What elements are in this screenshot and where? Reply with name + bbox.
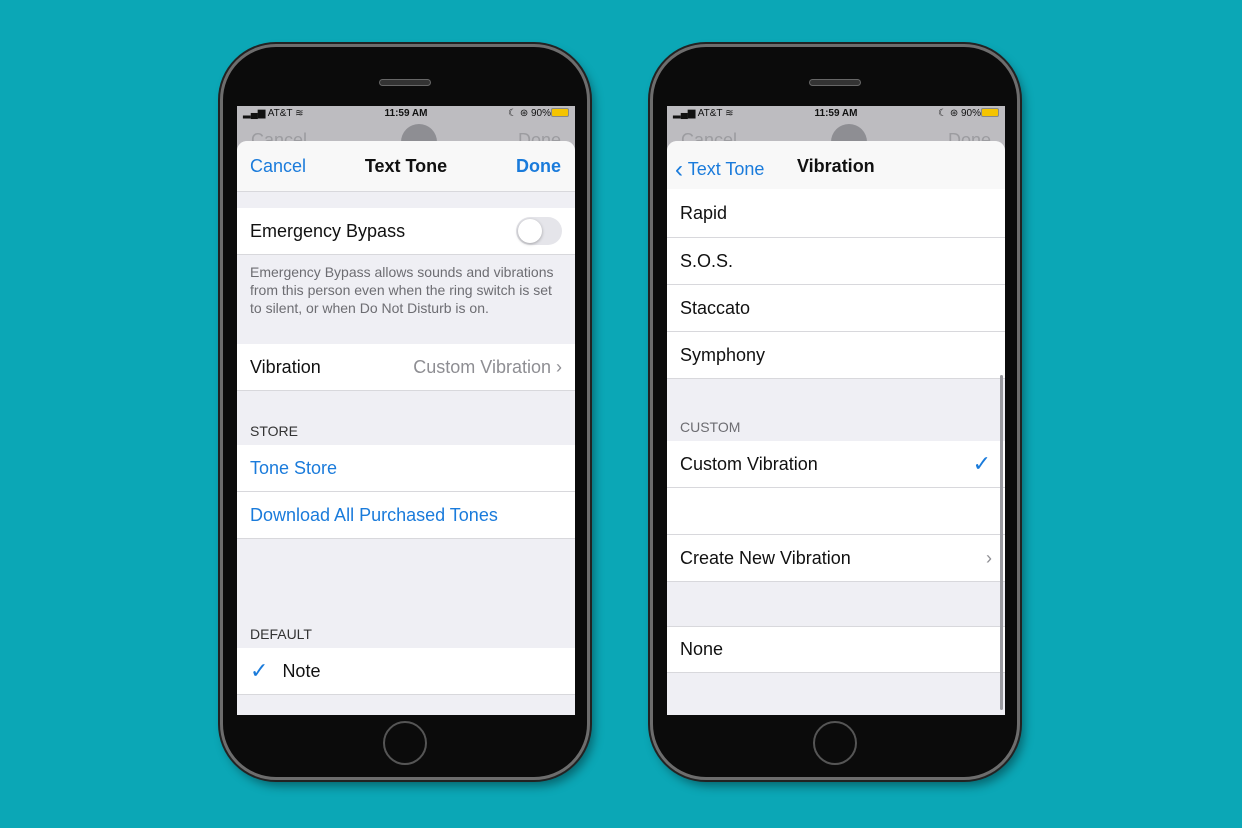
battery: ☾ ⊛ 90% (508, 108, 569, 119)
phone-right: ▂▄▆ AT&T ≋ 11:59 AM ☾ ⊛ 90% Cancel Done ‹… (650, 44, 1020, 780)
vibration-option[interactable]: Staccato (667, 285, 1005, 332)
moon-icon: ☾ (938, 108, 948, 119)
chevron-right-icon: › (556, 356, 562, 377)
download-purchased-link[interactable]: Download All Purchased Tones (237, 492, 575, 539)
phone-left: ▂▄▆ AT&T ≋ 11:59 AM ☾ ⊛ 90% Cancel Done C… (220, 44, 590, 780)
vibration-option[interactable]: Rapid (667, 189, 1005, 238)
note-label: Note (282, 660, 321, 681)
battery-label: 90% (530, 108, 551, 119)
battery: ☾ ⊛ 90% (938, 108, 999, 119)
battery-label: 90% (960, 108, 981, 119)
vibration-option[interactable]: S.O.S. (667, 238, 1005, 285)
default-note-row[interactable]: ✓ Note (237, 648, 575, 695)
emergency-bypass-label: Emergency Bypass (250, 220, 406, 241)
create-new-vibration-label: Create New Vibration (680, 547, 851, 568)
emergency-bypass-toggle[interactable] (516, 217, 562, 245)
battery-icon (551, 108, 569, 117)
screen: ▂▄▆ AT&T ≋ 11:59 AM ☾ ⊛ 90% Cancel Done C… (237, 106, 575, 715)
emergency-bypass-description: Emergency Bypass allows sounds and vibra… (250, 264, 554, 316)
none-option[interactable]: None (667, 626, 1005, 673)
vibration-label: Vibration (250, 356, 321, 377)
chevron-right-icon: › (986, 547, 992, 568)
vibration-sheet: ‹ Text Tone Vibration Rapid S.O.S. Stacc… (667, 141, 1005, 715)
nav-bar: Cancel Text Tone Done (237, 141, 575, 192)
custom-vibration-row[interactable]: Custom Vibration ✓ (667, 441, 1005, 488)
tone-store-link[interactable]: Tone Store (237, 445, 575, 492)
custom-vibration-label: Custom Vibration (680, 453, 818, 474)
back-button[interactable]: ‹ Text Tone (675, 156, 764, 184)
default-header: DEFAULT (250, 626, 312, 642)
emergency-bypass-row: Emergency Bypass (237, 208, 575, 255)
empty-row (667, 488, 1005, 535)
home-button[interactable] (383, 721, 427, 765)
status-bar: ▂▄▆ AT&T ≋ 11:59 AM ☾ ⊛ 90% (667, 106, 1005, 122)
checkmark-icon: ✓ (972, 451, 991, 476)
vibration-row[interactable]: Vibration Custom Vibration › (237, 344, 575, 391)
battery-icon (981, 108, 999, 117)
vibration-value-label: Custom Vibration (413, 356, 551, 377)
vibration-option[interactable]: Symphony (667, 332, 1005, 379)
text-tone-sheet: Cancel Text Tone Done Emergency Bypass E… (237, 141, 575, 715)
status-bar: ▂▄▆ AT&T ≋ 11:59 AM ☾ ⊛ 90% (237, 106, 575, 122)
page-title: Vibration (797, 156, 875, 176)
done-button[interactable]: Done (516, 156, 561, 177)
back-label: Text Tone (687, 159, 765, 179)
checkmark-icon: ✓ (250, 658, 269, 683)
speaker (379, 79, 431, 86)
home-button[interactable] (813, 721, 857, 765)
chevron-left-icon: ‹ (675, 156, 683, 183)
moon-icon: ☾ (508, 108, 518, 119)
speaker (809, 79, 861, 86)
screen: ▂▄▆ AT&T ≋ 11:59 AM ☾ ⊛ 90% Cancel Done ‹… (667, 106, 1005, 715)
lock-rotation-icon: ⊛ (519, 108, 529, 119)
custom-header: CUSTOM (680, 419, 741, 435)
nav-bar: ‹ Text Tone Vibration (667, 141, 1005, 192)
vibration-value: Custom Vibration › (413, 357, 562, 378)
scrollbar[interactable] (1000, 375, 1003, 710)
lock-rotation-icon: ⊛ (949, 108, 959, 119)
create-new-vibration-row[interactable]: Create New Vibration › (667, 535, 1005, 582)
store-header: STORE (250, 423, 298, 439)
